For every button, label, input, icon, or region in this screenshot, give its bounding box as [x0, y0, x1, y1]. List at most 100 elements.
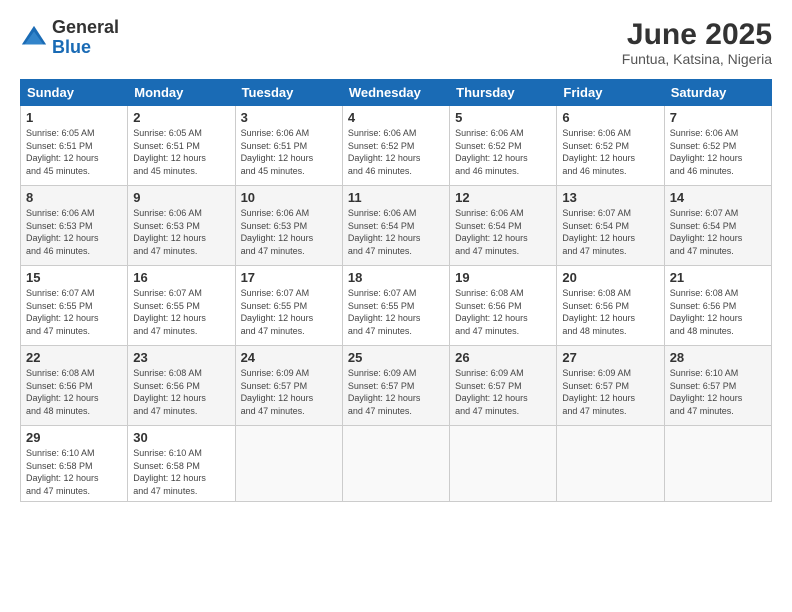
day-info: Sunrise: 6:06 AMSunset: 6:52 PMDaylight:…: [455, 127, 551, 177]
table-row: 14 Sunrise: 6:07 AMSunset: 6:54 PMDayligh…: [664, 186, 771, 266]
header-sunday: Sunday: [21, 80, 128, 106]
day-info: Sunrise: 6:06 AMSunset: 6:52 PMDaylight:…: [562, 127, 658, 177]
table-row: 4 Sunrise: 6:06 AMSunset: 6:52 PMDaylight…: [342, 106, 449, 186]
day-number: 14: [670, 190, 766, 205]
day-number: 19: [455, 270, 551, 285]
table-row: 15 Sunrise: 6:07 AMSunset: 6:55 PMDayligh…: [21, 266, 128, 346]
day-info: Sunrise: 6:08 AMSunset: 6:56 PMDaylight:…: [26, 367, 122, 417]
day-info: Sunrise: 6:09 AMSunset: 6:57 PMDaylight:…: [455, 367, 551, 417]
day-number: 5: [455, 110, 551, 125]
table-row: 24Sunrise: 6:09 AMSunset: 6:57 PMDayligh…: [235, 346, 342, 426]
header-wednesday: Wednesday: [342, 80, 449, 106]
logo-text: General Blue: [52, 18, 119, 58]
table-row: 8Sunrise: 6:06 AMSunset: 6:53 PMDaylight…: [21, 186, 128, 266]
day-info: Sunrise: 6:10 AMSunset: 6:58 PMDaylight:…: [26, 447, 122, 497]
day-number: 24: [241, 350, 337, 365]
day-info: Sunrise: 6:05 AMSunset: 6:51 PMDaylight:…: [26, 127, 122, 177]
table-row: 28 Sunrise: 6:10 AMSunset: 6:57 PMDayligh…: [664, 346, 771, 426]
calendar-subtitle: Funtua, Katsina, Nigeria: [622, 51, 772, 67]
day-info: Sunrise: 6:10 AMSunset: 6:57 PMDaylight:…: [670, 367, 766, 417]
day-info: Sunrise: 6:09 AMSunset: 6:57 PMDaylight:…: [562, 367, 658, 417]
table-row: 23 Sunrise: 6:08 AMSunset: 6:56 PMDayligh…: [128, 346, 235, 426]
day-info: Sunrise: 6:07 AMSunset: 6:54 PMDaylight:…: [670, 207, 766, 257]
table-row: 10 Sunrise: 6:06 AMSunset: 6:53 PMDayligh…: [235, 186, 342, 266]
day-number: 15: [26, 270, 122, 285]
table-row: 22 Sunrise: 6:08 AMSunset: 6:56 PMDayligh…: [21, 346, 128, 426]
day-number: 18: [348, 270, 444, 285]
table-row: 9Sunrise: 6:06 AMSunset: 6:53 PMDaylight…: [128, 186, 235, 266]
day-info: Sunrise: 6:07 AMSunset: 6:55 PMDaylight:…: [241, 287, 337, 337]
day-number: 11: [348, 190, 444, 205]
day-info: Sunrise: 6:07 AMSunset: 6:54 PMDaylight:…: [562, 207, 658, 257]
day-info: Sunrise: 6:07 AMSunset: 6:55 PMDaylight:…: [348, 287, 444, 337]
table-row: 26Sunrise: 6:09 AMSunset: 6:57 PMDayligh…: [450, 346, 557, 426]
logo-icon: [20, 24, 48, 52]
day-number: 28: [670, 350, 766, 365]
header-monday: Monday: [128, 80, 235, 106]
logo: General Blue: [20, 18, 119, 58]
day-number: 8: [26, 190, 122, 205]
table-row: [342, 426, 449, 502]
day-number: 20: [562, 270, 658, 285]
day-number: 27: [562, 350, 658, 365]
table-row: 2 Sunrise: 6:05 AMSunset: 6:51 PMDaylight…: [128, 106, 235, 186]
day-number: 4: [348, 110, 444, 125]
day-number: 17: [241, 270, 337, 285]
day-number: 22: [26, 350, 122, 365]
day-number: 10: [241, 190, 337, 205]
day-number: 1: [26, 110, 122, 125]
day-info: Sunrise: 6:06 AMSunset: 6:54 PMDaylight:…: [455, 207, 551, 257]
day-info: Sunrise: 6:05 AMSunset: 6:51 PMDaylight:…: [133, 127, 229, 177]
day-number: 23: [133, 350, 229, 365]
day-number: 16: [133, 270, 229, 285]
day-info: Sunrise: 6:06 AMSunset: 6:52 PMDaylight:…: [348, 127, 444, 177]
table-row: 5 Sunrise: 6:06 AMSunset: 6:52 PMDaylight…: [450, 106, 557, 186]
title-block: June 2025 Funtua, Katsina, Nigeria: [622, 18, 772, 67]
logo-general: General: [52, 17, 119, 37]
table-row: 29 Sunrise: 6:10 AMSunset: 6:58 PMDayligh…: [21, 426, 128, 502]
table-row: 1 Sunrise: 6:05 AMSunset: 6:51 PMDaylight…: [21, 106, 128, 186]
table-row: 3 Sunrise: 6:06 AMSunset: 6:51 PMDaylight…: [235, 106, 342, 186]
day-info: Sunrise: 6:06 AMSunset: 6:54 PMDaylight:…: [348, 207, 444, 257]
day-info: Sunrise: 6:09 AMSunset: 6:57 PMDaylight:…: [348, 367, 444, 417]
day-info: Sunrise: 6:06 AMSunset: 6:52 PMDaylight:…: [670, 127, 766, 177]
table-row: 17 Sunrise: 6:07 AMSunset: 6:55 PMDayligh…: [235, 266, 342, 346]
day-number: 6: [562, 110, 658, 125]
day-info: Sunrise: 6:06 AMSunset: 6:51 PMDaylight:…: [241, 127, 337, 177]
calendar-title: June 2025: [622, 18, 772, 51]
day-info: Sunrise: 6:10 AMSunset: 6:58 PMDaylight:…: [133, 447, 229, 497]
day-number: 3: [241, 110, 337, 125]
table-row: 11 Sunrise: 6:06 AMSunset: 6:54 PMDayligh…: [342, 186, 449, 266]
table-row: 12 Sunrise: 6:06 AMSunset: 6:54 PMDayligh…: [450, 186, 557, 266]
table-row: 16 Sunrise: 6:07 AMSunset: 6:55 PMDayligh…: [128, 266, 235, 346]
header-friday: Friday: [557, 80, 664, 106]
day-number: 7: [670, 110, 766, 125]
table-row: [235, 426, 342, 502]
day-number: 13: [562, 190, 658, 205]
header-saturday: Saturday: [664, 80, 771, 106]
day-number: 25: [348, 350, 444, 365]
weekday-header-row: Sunday Monday Tuesday Wednesday Thursday…: [21, 80, 772, 106]
day-info: Sunrise: 6:07 AMSunset: 6:55 PMDaylight:…: [26, 287, 122, 337]
day-info: Sunrise: 6:08 AMSunset: 6:56 PMDaylight:…: [133, 367, 229, 417]
day-info: Sunrise: 6:06 AMSunset: 6:53 PMDaylight:…: [241, 207, 337, 257]
table-row: [557, 426, 664, 502]
table-row: 13 Sunrise: 6:07 AMSunset: 6:54 PMDayligh…: [557, 186, 664, 266]
day-number: 2: [133, 110, 229, 125]
logo-blue: Blue: [52, 37, 91, 57]
header-thursday: Thursday: [450, 80, 557, 106]
page-header: General Blue June 2025 Funtua, Katsina, …: [20, 18, 772, 67]
day-number: 29: [26, 430, 122, 445]
table-row: 18 Sunrise: 6:07 AMSunset: 6:55 PMDayligh…: [342, 266, 449, 346]
table-row: 25 Sunrise: 6:09 AMSunset: 6:57 PMDayligh…: [342, 346, 449, 426]
day-number: 30: [133, 430, 229, 445]
table-row: 19Sunrise: 6:08 AMSunset: 6:56 PMDayligh…: [450, 266, 557, 346]
table-row: 27 Sunrise: 6:09 AMSunset: 6:57 PMDayligh…: [557, 346, 664, 426]
table-row: 20Sunrise: 6:08 AMSunset: 6:56 PMDayligh…: [557, 266, 664, 346]
table-row: [450, 426, 557, 502]
day-info: Sunrise: 6:07 AMSunset: 6:55 PMDaylight:…: [133, 287, 229, 337]
calendar-table: Sunday Monday Tuesday Wednesday Thursday…: [20, 79, 772, 502]
day-info: Sunrise: 6:08 AMSunset: 6:56 PMDaylight:…: [670, 287, 766, 337]
calendar-page: General Blue June 2025 Funtua, Katsina, …: [0, 0, 792, 612]
day-number: 12: [455, 190, 551, 205]
